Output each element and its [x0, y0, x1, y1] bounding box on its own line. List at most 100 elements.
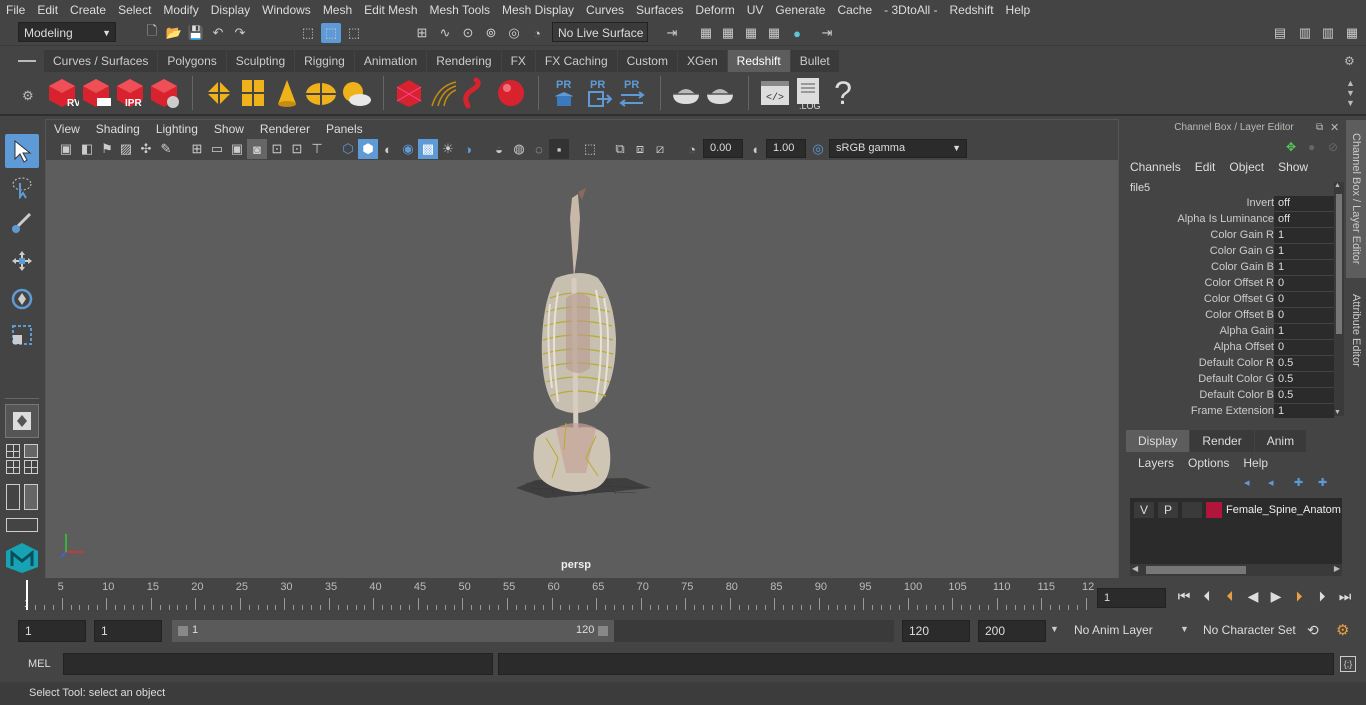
range-slider-handle[interactable]: [172, 620, 614, 642]
attribute-row[interactable]: Default Color R 0.5: [1130, 356, 1334, 372]
attribute-value[interactable]: off: [1274, 212, 1334, 227]
menu-edit[interactable]: Edit: [31, 3, 64, 17]
rs-sphere-icon[interactable]: [494, 76, 528, 110]
attribute-value[interactable]: 1: [1274, 228, 1334, 243]
rs-curve-icon[interactable]: [460, 76, 494, 110]
shelf-tab-polygons[interactable]: Polygons: [158, 50, 226, 72]
attribute-value[interactable]: 1: [1274, 404, 1334, 418]
gamma-field[interactable]: 1.00: [766, 139, 806, 158]
menu-mesh-display[interactable]: Mesh Display: [496, 3, 580, 17]
attr-scrollbar[interactable]: ▲ ▼: [1334, 182, 1344, 416]
attribute-row[interactable]: Alpha Is Luminance off: [1130, 212, 1334, 228]
shade-wire-icon[interactable]: ◐: [378, 139, 398, 159]
viewport-menu-show[interactable]: Show: [206, 122, 252, 136]
script-language-label[interactable]: MEL: [28, 658, 51, 670]
spot-light-icon[interactable]: [270, 76, 304, 110]
camera-select-icon[interactable]: ▣: [56, 139, 76, 159]
character-set-dropdown[interactable]: No Character Set: [1197, 620, 1297, 642]
wireframe-icon[interactable]: ⬡: [338, 139, 358, 159]
layer-playback-toggle[interactable]: P: [1158, 502, 1178, 518]
layer-hscrollbar[interactable]: ◀ ▶: [1130, 564, 1342, 576]
workspace-icon[interactable]: ▤: [1270, 23, 1290, 43]
shelf-tab-curves-surfaces[interactable]: Curves / Surfaces: [44, 50, 158, 72]
snap-curve-icon[interactable]: ∿: [435, 23, 455, 43]
channel-toggle-2-icon[interactable]: ⊘: [1328, 140, 1338, 154]
playback-start-field[interactable]: 1: [94, 620, 162, 642]
isolate-select-icon[interactable]: ⬚: [580, 139, 600, 159]
select-component-icon[interactable]: ⬚: [344, 23, 364, 43]
move-layer-down-icon[interactable]: ◂: [1268, 476, 1282, 490]
go-to-start-icon[interactable]: ⏮: [1175, 586, 1193, 606]
shadows-icon[interactable]: ◑: [458, 139, 478, 159]
camera-attributes-icon[interactable]: ◧: [77, 139, 97, 159]
attribute-value[interactable]: 1: [1274, 324, 1334, 339]
attribute-row[interactable]: Color Offset B0: [1130, 308, 1334, 324]
layer-menu-layers[interactable]: Layers: [1138, 456, 1174, 470]
shelf-gear-icon[interactable]: ⚙: [22, 88, 34, 104]
rotate-tool-icon[interactable]: [5, 282, 39, 316]
resolution-gate-icon[interactable]: ▣: [227, 139, 247, 159]
menu-help[interactable]: Help: [1000, 3, 1037, 17]
snap-live-icon[interactable]: ◔: [527, 23, 547, 43]
viewport-menu-lighting[interactable]: Lighting: [148, 122, 206, 136]
attribute-row[interactable]: Color Gain R1: [1130, 228, 1334, 244]
layer-type-toggle[interactable]: [1182, 502, 1202, 518]
play-backward-icon[interactable]: ◀: [1244, 586, 1262, 606]
attribute-row[interactable]: Color Gain G1: [1130, 244, 1334, 260]
range-slider[interactable]: 1 120: [172, 620, 894, 642]
layer-menu-help[interactable]: Help: [1243, 456, 1268, 470]
step-forward-icon[interactable]: ⏵: [1313, 586, 1331, 606]
grid-toggle-icon[interactable]: ⊞: [187, 139, 207, 159]
layer-visibility-toggle[interactable]: V: [1134, 502, 1154, 518]
shelf-scroll-icon[interactable]: ▲ ▼ ▼: [1346, 78, 1355, 108]
menu-select[interactable]: Select: [112, 3, 157, 17]
channel-toggle-icon[interactable]: ●: [1308, 140, 1315, 154]
float-icon[interactable]: ⧉: [1316, 122, 1323, 133]
menu-cache[interactable]: Cache: [831, 3, 878, 17]
step-forward-key-icon[interactable]: ⏵: [1290, 586, 1308, 606]
smooth-shade-icon[interactable]: ⬢: [358, 139, 378, 159]
axis-toggle-icon[interactable]: ✥: [1286, 140, 1296, 154]
dome-light-icon[interactable]: [304, 76, 338, 110]
render-settings-icon[interactable]: ▦: [764, 23, 784, 43]
anim-preferences-icon[interactable]: ⚙: [1336, 621, 1349, 639]
play-forward-icon[interactable]: ▶: [1267, 586, 1285, 606]
viewport-menu-shading[interactable]: Shading: [88, 122, 148, 136]
shelf-tab-custom[interactable]: Custom: [617, 50, 677, 72]
shelf-tab-rendering[interactable]: Rendering: [427, 50, 501, 72]
go-to-end-icon[interactable]: ⏭: [1336, 586, 1354, 606]
depth-of-field-icon[interactable]: ▪: [549, 139, 569, 159]
attribute-value[interactable]: 0.5: [1274, 388, 1334, 403]
anti-alias-icon[interactable]: ◌: [529, 139, 549, 159]
shelf-menu-icon[interactable]: [18, 56, 36, 66]
time-slider[interactable]: 1 5 10 15 20 25 30 35 40 45 50 55 60 65 70 75 80 85 90 95 1…: [0, 580, 1366, 616]
graph-layout-icon[interactable]: [24, 484, 38, 510]
attribute-row[interactable]: Frame Extension 1: [1130, 404, 1334, 418]
safe-title-icon[interactable]: ⊤: [307, 139, 327, 159]
playhead[interactable]: [26, 580, 28, 610]
persp-outliner-layout-icon[interactable]: [24, 444, 38, 458]
viewport-menu-view[interactable]: View: [46, 122, 88, 136]
textured-icon[interactable]: ▩: [418, 139, 438, 159]
bookmark-icon[interactable]: ⚑: [97, 139, 117, 159]
shelf-tab-redshift[interactable]: Redshift: [727, 50, 790, 72]
snap-point-icon[interactable]: ⊙: [458, 23, 478, 43]
lasso-tool-icon[interactable]: [5, 170, 39, 204]
sun-sky-icon[interactable]: [338, 76, 372, 110]
shelf-tab-fx[interactable]: FX: [501, 50, 535, 72]
shelf-tab-fx-caching[interactable]: FX Caching: [535, 50, 617, 72]
step-back-key-icon[interactable]: ⏴: [1221, 586, 1239, 606]
attribute-value[interactable]: off: [1274, 196, 1334, 211]
exposure-field[interactable]: 0.00: [703, 139, 743, 158]
default-material-icon[interactable]: ◉: [398, 139, 418, 159]
redshift-ipr-icon[interactable]: IPR: [113, 76, 147, 110]
attribute-value[interactable]: 0: [1274, 276, 1334, 291]
select-object-icon[interactable]: ⬚: [321, 23, 341, 43]
proxy-icon[interactable]: [202, 76, 236, 110]
lights-icon[interactable]: ☀: [438, 139, 458, 159]
new-layer-selected-icon[interactable]: ✚: [1318, 476, 1332, 490]
snap-grid-icon[interactable]: ⊞: [412, 23, 432, 43]
channel-menu-edit[interactable]: Edit: [1195, 160, 1216, 174]
attribute-toggle-icon[interactable]: ▥: [1318, 23, 1338, 43]
side-tab-channel-box[interactable]: Channel Box / Layer Editor: [1346, 120, 1366, 278]
